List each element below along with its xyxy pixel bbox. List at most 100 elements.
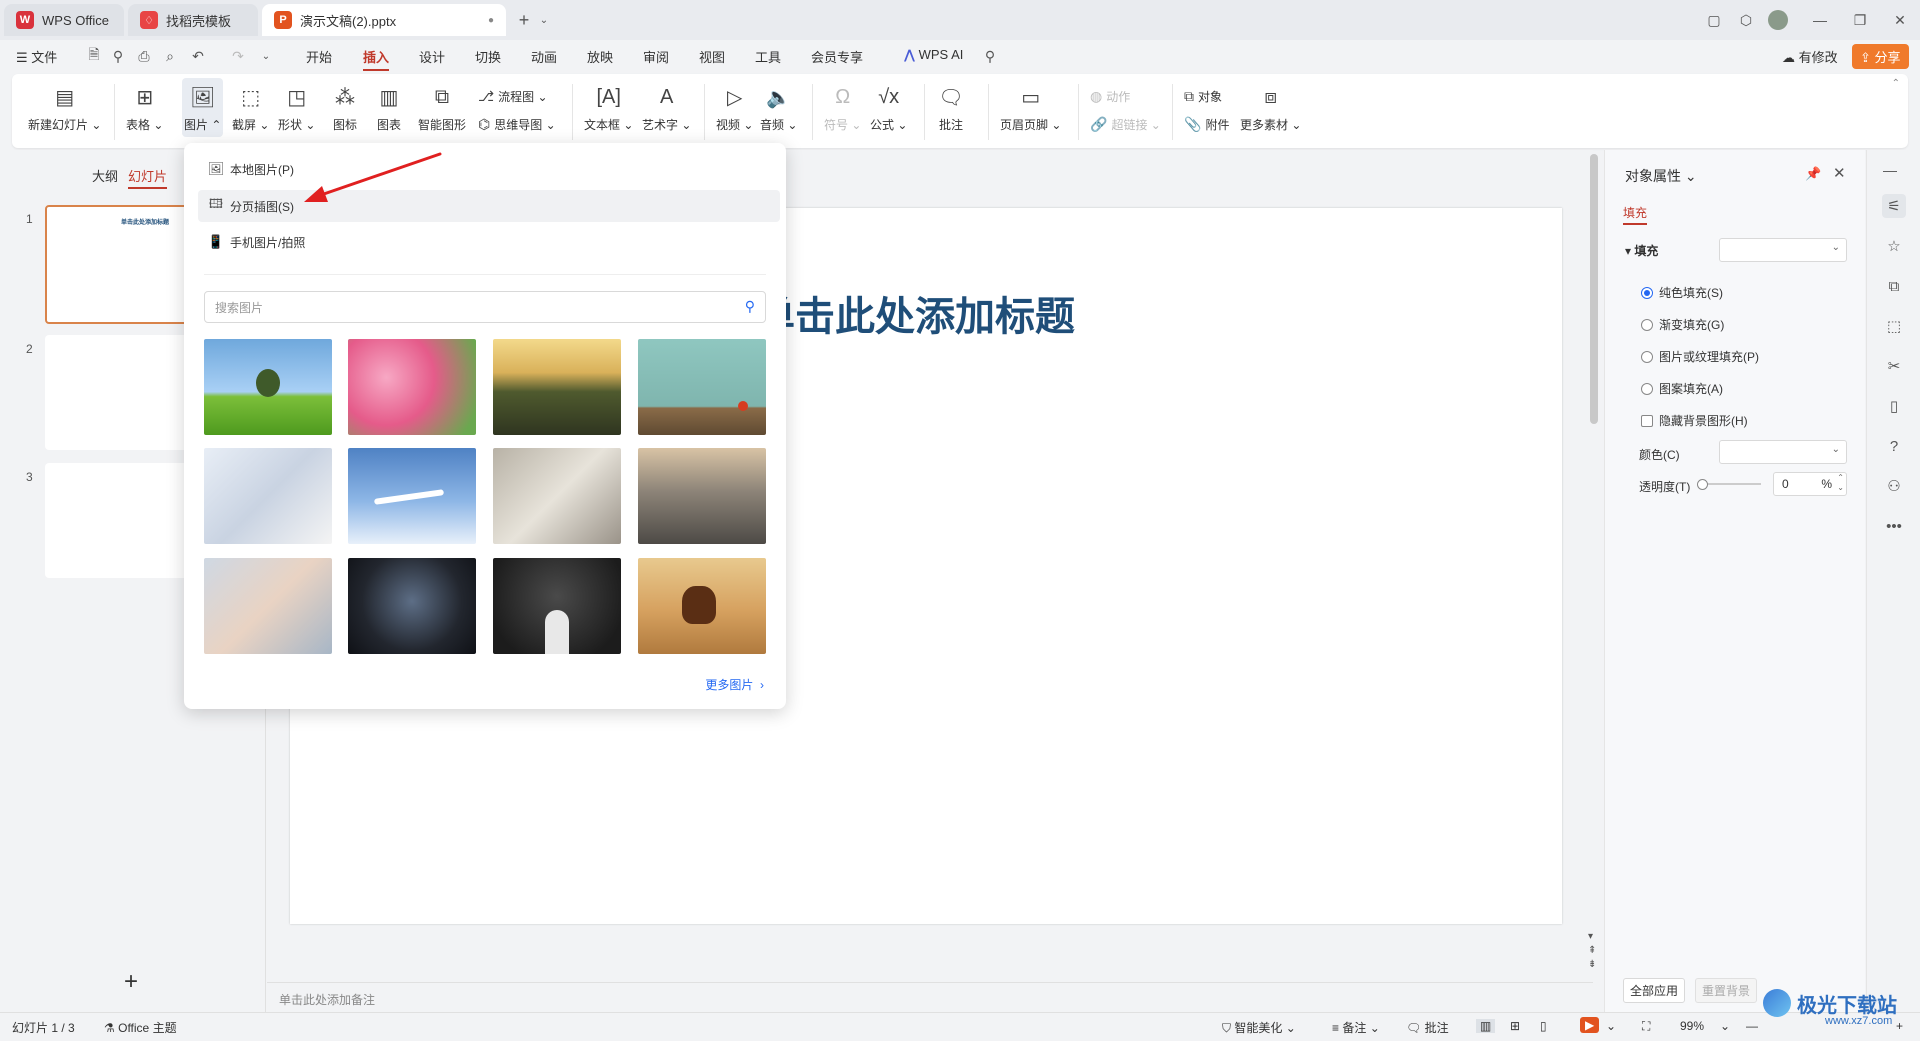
play-chevron-icon[interactable]: ⌄ <box>1606 1019 1616 1033</box>
search-doc-icon[interactable]: ⚲ <box>108 46 128 66</box>
menu-member[interactable]: 会员专享 <box>811 47 863 66</box>
menu-item-local-picture[interactable]: 🖼 本地图片(P) <box>198 153 780 185</box>
slider-handle[interactable] <box>1697 479 1708 490</box>
chart-button[interactable]: ▥ 图表 <box>374 82 404 133</box>
restore-icon[interactable]: ❐ <box>1848 8 1872 32</box>
stock-image-airplane[interactable] <box>348 448 476 544</box>
ribbon-collapse-icon[interactable]: ⌃ <box>1892 78 1900 89</box>
image-edit-icon[interactable]: ⬚ <box>1882 314 1906 338</box>
wps-ai-button[interactable]: ⋀ WPS AI <box>904 47 963 63</box>
minimize-icon[interactable]: — <box>1808 8 1832 32</box>
symbol-button[interactable]: Ω 符号 ⌄ <box>824 82 861 133</box>
stock-image-handshake-documents[interactable] <box>493 448 621 544</box>
stock-image-hand-writing[interactable] <box>204 448 332 544</box>
picture-button[interactable]: 🖼 图片 ⌃ <box>182 78 224 137</box>
tab-wps-office[interactable]: W WPS Office <box>4 4 124 36</box>
fit-window-icon[interactable]: ⛶ <box>1642 1019 1650 1034</box>
notes-area[interactable]: 单击此处添加备注 <box>267 982 1593 1013</box>
tab-presentation[interactable]: P 演示文稿(2).pptx ● <box>262 4 506 36</box>
undo-icon[interactable]: ↶ <box>188 46 208 66</box>
stock-image-tree[interactable] <box>204 339 332 435</box>
properties-icon[interactable]: ⚟ <box>1882 194 1906 218</box>
table-button[interactable]: ⊞ 表格 ⌄ <box>126 82 163 133</box>
menu-item-page-insert[interactable]: 🖽 分页插图(S) <box>198 190 780 222</box>
hyperlink-button[interactable]: 🔗 超链接 ⌄ <box>1090 116 1161 133</box>
wordart-button[interactable]: A 艺术字 ⌄ <box>642 82 691 133</box>
collapse-icon[interactable]: — <box>1883 162 1897 178</box>
mindmap-button[interactable]: ⌬ 思维导图 ⌄ <box>478 116 556 133</box>
smart-beautify-button[interactable]: ⛉ 智能美化 ⌄ <box>1222 1019 1296 1036</box>
video-button[interactable]: ▷ 视频 ⌄ <box>716 82 753 133</box>
layers-icon[interactable]: ⧉ <box>1882 274 1906 298</box>
reading-view-icon[interactable]: ▯ <box>1540 1019 1547 1033</box>
action-button[interactable]: ◍ 动作 <box>1090 88 1130 105</box>
close-icon[interactable]: ✕ <box>1888 8 1912 32</box>
menu-item-phone-picture[interactable]: 📱 手机图片/拍照 <box>198 226 780 258</box>
stock-image-tulips[interactable] <box>348 339 476 435</box>
notes-button[interactable]: ≡ 备注 ⌄ <box>1332 1019 1380 1036</box>
stock-image-question-marks-boy[interactable] <box>493 558 621 654</box>
tools-icon[interactable]: ✂ <box>1882 354 1906 378</box>
redo-icon[interactable]: ↷ <box>228 46 248 66</box>
file-menu[interactable]: ☰ 文件 <box>16 47 57 66</box>
print-preview-icon[interactable]: ⌕ <box>160 46 180 66</box>
radio-solid-fill[interactable]: 纯色填充(S) <box>1641 284 1723 301</box>
menu-start[interactable]: 开始 <box>306 47 332 66</box>
slide-thumbnail-1[interactable]: 单击此处添加标题 <box>45 205 199 324</box>
color-dropdown[interactable]: ⌄ <box>1719 440 1847 464</box>
menu-design[interactable]: 设计 <box>419 47 445 66</box>
textbox-button[interactable]: [A] 文本框 ⌄ <box>584 82 633 133</box>
more-materials-button[interactable]: ⧈ 更多素材 ⌄ <box>1240 82 1301 133</box>
play-slideshow-icon[interactable]: ▶ <box>1580 1017 1600 1033</box>
picture-search-input[interactable]: 搜索图片 ⚲ <box>204 291 766 323</box>
fill-section-header[interactable]: ▾ 填充 <box>1625 242 1658 259</box>
icon-button[interactable]: ⁂ 图标 <box>330 82 360 133</box>
attachment-button[interactable]: 📎 附件 <box>1184 116 1229 133</box>
slide-title-placeholder[interactable]: 单击此处添加标题 <box>755 284 1075 342</box>
search-icon[interactable]: ⚲ <box>980 46 1000 66</box>
quick-access-chevron-icon[interactable]: ⌄ <box>256 46 276 66</box>
zoom-chevron-icon[interactable]: ⌄ <box>1720 1019 1730 1033</box>
theme-button[interactable]: ⚗ Office 主题 <box>104 1019 177 1036</box>
object-button[interactable]: ⧉ 对象 <box>1184 88 1222 105</box>
menu-slideshow[interactable]: 放映 <box>587 47 613 66</box>
reset-bg-button[interactable]: 重置背景 <box>1695 978 1758 1003</box>
comments-button[interactable]: 🗨 批注 <box>1406 1019 1449 1036</box>
shape-button[interactable]: ◳ 形状 ⌄ <box>278 82 315 133</box>
stock-image-running-horse[interactable] <box>638 558 766 654</box>
pin-icon[interactable]: 📌 <box>1805 166 1821 182</box>
cube-icon[interactable]: ⬡ <box>1734 8 1758 32</box>
tab-list-chevron-icon[interactable]: ⌄ <box>532 8 556 32</box>
menu-animation[interactable]: 动画 <box>531 47 557 66</box>
grid-view-icon[interactable]: ⊞ <box>1510 1019 1520 1033</box>
stock-image-excited-man-laptop[interactable] <box>348 558 476 654</box>
more-pictures-link[interactable]: 更多图片 › <box>705 676 764 693</box>
has-changes-button[interactable]: ☁ 有修改 <box>1782 47 1838 66</box>
unsaved-dot-icon[interactable]: ● <box>488 15 494 26</box>
tab-template[interactable]: ♢ 找稻壳模板 <box>128 4 258 36</box>
window-layout-icon[interactable]: ▢ <box>1702 8 1726 32</box>
radio-gradient-fill[interactable]: 渐变填充(G) <box>1641 316 1724 333</box>
panel-title[interactable]: 对象属性 ⌄ <box>1625 166 1697 186</box>
flowchart-button[interactable]: ⎇ 流程图 ⌄ <box>478 88 548 105</box>
header-footer-button[interactable]: ▭ 页眉页脚 ⌄ <box>1000 82 1061 133</box>
menu-tools[interactable]: 工具 <box>755 47 781 66</box>
stock-image-wind-farm[interactable] <box>493 339 621 435</box>
stepper-icon[interactable]: ⌃ ⌄ <box>1837 473 1844 493</box>
new-slide-button[interactable]: ▤ 新建幻灯片 ⌄ <box>28 82 101 133</box>
vertical-scrollbar[interactable] <box>1590 154 1598 424</box>
tab-slides[interactable]: 幻灯片 <box>128 166 168 189</box>
share-button[interactable]: ⇪ 分享 <box>1852 44 1909 69</box>
zoom-value[interactable]: 99% <box>1680 1019 1704 1033</box>
print-icon[interactable]: ⎙ <box>134 46 154 66</box>
transparency-input[interactable]: 0 % ⌃ ⌄ <box>1773 472 1847 496</box>
help-icon[interactable]: ? <box>1882 434 1906 458</box>
scroll-arrows-icon[interactable]: ▾ ⇞ ⇟ <box>1588 930 1596 972</box>
search-icon[interactable]: ⚲ <box>745 298 755 315</box>
menu-insert[interactable]: 插入 <box>363 47 390 71</box>
menu-view[interactable]: 视图 <box>699 47 725 66</box>
transparency-slider[interactable] <box>1697 479 1761 490</box>
apply-all-button[interactable]: 全部应用 <box>1623 978 1686 1003</box>
star-icon[interactable]: ☆ <box>1882 234 1906 258</box>
book-icon[interactable]: ▯ <box>1882 394 1906 418</box>
